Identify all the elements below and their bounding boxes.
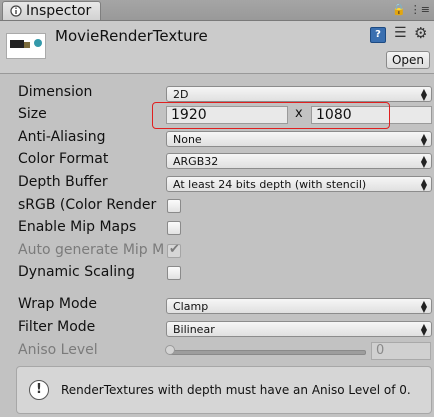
anti-aliasing-label: Anti-Aliasing [18,129,106,145]
depth-buffer-value: At least 24 bits depth (with stencil) [173,178,367,191]
wrap-mode-dropdown[interactable]: Clamp ▲ ▼ [166,298,432,314]
dynamic-scaling-label: Dynamic Scaling [18,264,135,280]
row-aniso-level: Aniso Level 0 [0,340,434,362]
row-dimension: Dimension 2D ▲ ▼ [0,82,434,104]
asset-header: MovieRenderTexture ? ☰ ⚙ Open [0,21,434,74]
chevron-updown-icon: ▲ ▼ [420,87,427,102]
anti-aliasing-dropdown[interactable]: None ▲ ▼ [166,131,432,147]
color-format-dropdown[interactable]: ARGB32 ▲ ▼ [166,153,432,169]
srgb-checkbox[interactable] [167,199,181,213]
chevron-updown-icon: ▲ ▼ [420,322,427,337]
help-message: RenderTextures with depth must have an A… [61,383,411,397]
checkmark-icon: ✔ [169,242,180,257]
help-box: ! RenderTextures with depth must have an… [16,366,432,414]
inspector-icon [10,5,22,17]
row-dynamic-scaling: Dynamic Scaling [0,262,434,284]
open-button[interactable]: Open [386,51,430,69]
row-color-format: Color Format ARGB32 ▲ ▼ [0,149,434,171]
depth-buffer-label: Depth Buffer [18,174,108,190]
enable-mip-maps-label: Enable Mip Maps [18,219,137,235]
row-filter-mode: Filter Mode Bilinear ▲ ▼ [0,317,434,339]
tab-label: Inspector [26,3,92,19]
row-srgb: sRGB (Color Render [0,195,434,217]
row-enable-mip-maps: Enable Mip Maps [0,217,434,239]
asset-name: MovieRenderTexture [55,27,208,45]
color-format-label: Color Format [18,151,109,167]
menu-icon[interactable]: ⋮≡ [410,3,430,16]
row-wrap-mode: Wrap Mode Clamp ▲ ▼ [0,294,434,316]
auto-generate-mip-label: Auto generate Mip M [18,242,163,258]
size-highlight-box [152,102,390,129]
info-icon: ! [29,380,49,400]
chevron-updown-icon: ▲ ▼ [420,299,427,314]
size-label: Size [18,106,47,122]
chevron-updown-icon: ▲ ▼ [420,154,427,169]
auto-generate-mip-checkbox[interactable]: ✔ [167,242,181,258]
aniso-level-slider[interactable] [168,350,366,355]
chevron-updown-icon: ▲ ▼ [420,132,427,147]
dimension-label: Dimension [18,84,93,100]
tab-bar: Inspector 🔒 ⋮≡ [0,0,434,21]
wrap-mode-value: Clamp [173,300,209,313]
chevron-updown-icon: ▲ ▼ [420,177,427,192]
row-auto-generate-mip: Auto generate Mip M ✔ [0,240,434,262]
dynamic-scaling-checkbox[interactable] [167,266,181,280]
row-depth-buffer: Depth Buffer At least 24 bits depth (wit… [0,172,434,194]
srgb-label: sRGB (Color Render [18,197,157,213]
anti-aliasing-value: None [173,133,202,146]
wrap-mode-label: Wrap Mode [18,296,98,312]
depth-buffer-dropdown[interactable]: At least 24 bits depth (with stencil) ▲ ▼ [166,176,432,192]
filter-mode-value: Bilinear [173,323,215,336]
gear-icon[interactable]: ⚙ [414,24,427,42]
presets-icon[interactable]: ☰ [394,25,407,41]
filter-mode-dropdown[interactable]: Bilinear ▲ ▼ [166,321,432,337]
enable-mip-maps-checkbox[interactable] [167,221,181,235]
tab-inspector[interactable]: Inspector [2,1,101,20]
texture-thumbnail [6,33,46,59]
row-anti-aliasing: Anti-Aliasing None ▲ ▼ [0,127,434,149]
dimension-dropdown[interactable]: 2D ▲ ▼ [166,86,432,102]
aniso-level-slider-knob[interactable] [165,345,175,355]
help-icon[interactable]: ? [370,27,386,43]
color-format-value: ARGB32 [173,155,219,168]
aniso-level-label: Aniso Level [18,342,98,358]
lock-icon[interactable]: 🔒 [392,3,406,16]
aniso-level-field[interactable]: 0 [371,342,431,360]
dimension-value: 2D [173,88,189,101]
filter-mode-label: Filter Mode [18,319,96,335]
